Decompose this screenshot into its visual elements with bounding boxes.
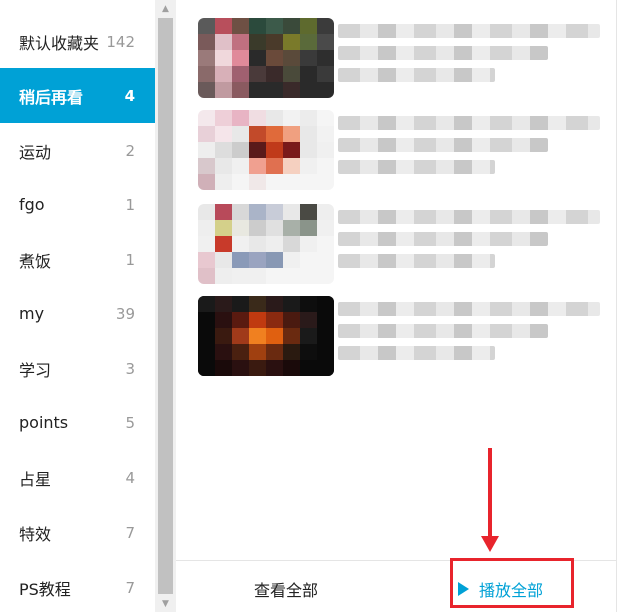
folder-count: 3 bbox=[125, 359, 135, 378]
folder-count: 5 bbox=[125, 413, 135, 432]
folder-count: 1 bbox=[125, 250, 135, 269]
favorites-footer: 查看全部 播放全部 bbox=[176, 560, 616, 612]
video-thumbnail[interactable] bbox=[198, 18, 334, 98]
annotation-arrow-shaft bbox=[488, 448, 492, 540]
folder-count: 4 bbox=[125, 468, 135, 487]
video-title-redacted[interactable] bbox=[338, 302, 600, 368]
video-title-redacted[interactable] bbox=[338, 210, 600, 276]
folder-label: 稍后再看 bbox=[19, 87, 84, 107]
play-all-button[interactable]: 播放全部 bbox=[458, 577, 543, 601]
video-item[interactable] bbox=[176, 110, 616, 200]
folder-points[interactable]: points 5 bbox=[0, 395, 155, 450]
folder-label: 煮饭 bbox=[19, 251, 52, 271]
folder-count: 7 bbox=[125, 578, 135, 597]
folder-label: my bbox=[19, 304, 45, 323]
play-all-label: 播放全部 bbox=[479, 581, 544, 600]
folder-label: points bbox=[19, 413, 69, 432]
video-title-redacted[interactable] bbox=[338, 116, 600, 182]
folder-watch-later[interactable]: 稍后再看 4 bbox=[0, 68, 155, 123]
video-item[interactable] bbox=[176, 18, 616, 108]
folder-label: 学习 bbox=[19, 360, 52, 380]
folder-label: 默认收藏夹 bbox=[19, 33, 100, 53]
folder-count: 39 bbox=[115, 304, 135, 323]
folder-label: fgo bbox=[19, 195, 45, 214]
folder-count: 1 bbox=[125, 195, 135, 214]
panel-edge bbox=[616, 0, 621, 612]
folder-label: 占星 bbox=[19, 469, 52, 489]
folder-label: 运动 bbox=[19, 142, 52, 162]
video-thumbnail[interactable] bbox=[198, 296, 334, 376]
folder-cooking[interactable]: 煮饭 1 bbox=[0, 232, 155, 287]
video-thumbnail[interactable] bbox=[198, 204, 334, 284]
folder-study[interactable]: 学习 3 bbox=[0, 341, 155, 396]
folder-effects[interactable]: 特效 7 bbox=[0, 505, 155, 560]
folder-ps-tutorial[interactable]: PS教程 7 bbox=[0, 560, 155, 612]
folder-count: 2 bbox=[125, 141, 135, 160]
folder-default[interactable]: 默认收藏夹 142 bbox=[0, 14, 155, 69]
folder-fgo[interactable]: fgo 1 bbox=[0, 177, 155, 232]
video-list bbox=[176, 0, 616, 560]
folder-count: 142 bbox=[106, 32, 135, 51]
video-thumbnail[interactable] bbox=[198, 110, 334, 190]
folder-label: PS教程 bbox=[19, 579, 71, 599]
play-triangle-icon bbox=[458, 582, 469, 596]
folder-count: 7 bbox=[125, 523, 135, 542]
favorites-sidebar: 默认收藏夹 142 稍后再看 4 运动 2 fgo 1 煮饭 1 my 39 学… bbox=[0, 0, 155, 612]
folder-count: 4 bbox=[124, 86, 135, 105]
folder-astrology[interactable]: 占星 4 bbox=[0, 450, 155, 505]
folder-label: 特效 bbox=[19, 524, 52, 544]
scroll-down-arrow-icon[interactable]: ▼ bbox=[155, 595, 176, 612]
view-all-link[interactable]: 查看全部 bbox=[254, 577, 318, 601]
video-item[interactable] bbox=[176, 204, 616, 294]
scroll-up-arrow-icon[interactable]: ▲ bbox=[155, 0, 176, 17]
video-item[interactable] bbox=[176, 296, 616, 386]
sidebar-scrollbar[interactable]: ▲ ▼ bbox=[155, 0, 176, 612]
video-title-redacted[interactable] bbox=[338, 24, 600, 90]
scrollbar-thumb[interactable] bbox=[158, 18, 173, 594]
annotation-arrow-head bbox=[481, 536, 499, 552]
folder-my[interactable]: my 39 bbox=[0, 286, 155, 341]
folder-sports[interactable]: 运动 2 bbox=[0, 123, 155, 178]
